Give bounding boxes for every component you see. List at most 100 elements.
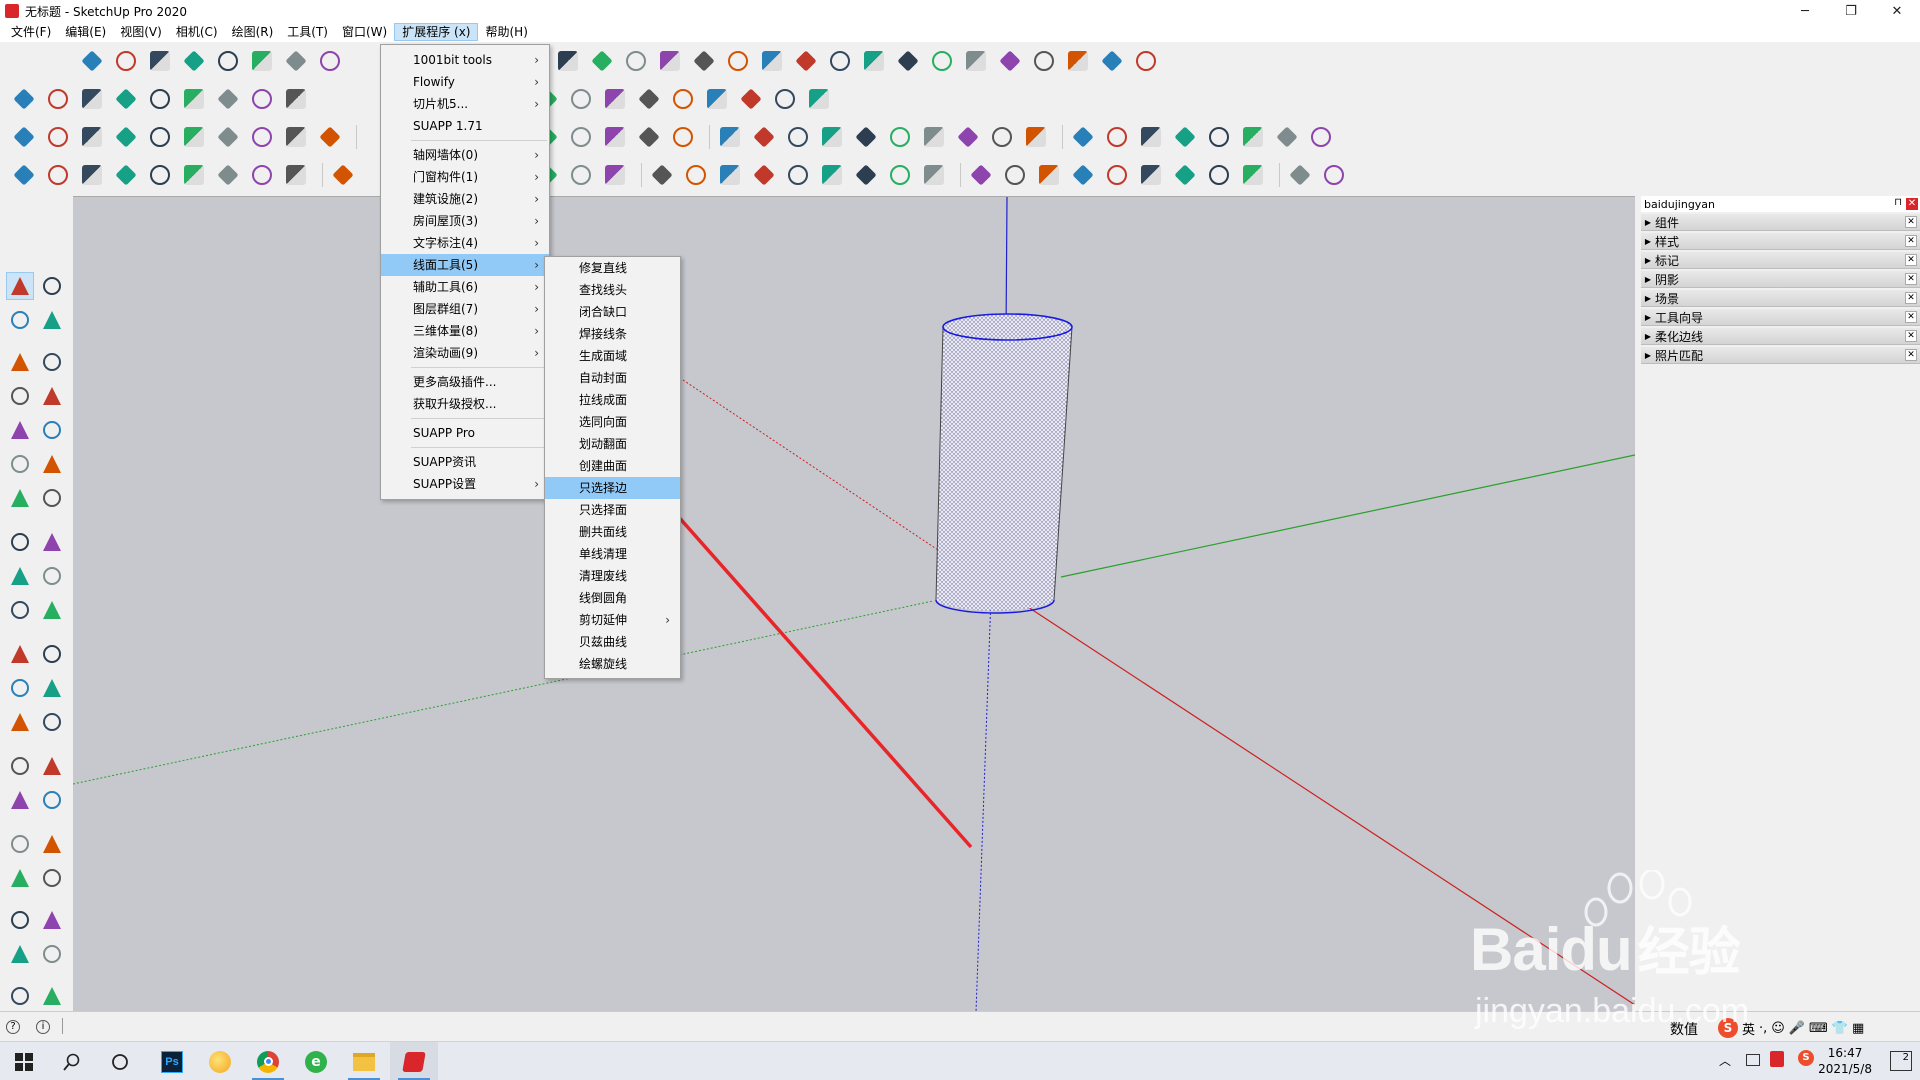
- sketchup-tray-icon[interactable]: [1770, 1051, 1784, 1067]
- toolbar-tool-button[interactable]: [180, 123, 208, 151]
- ext-menu-item[interactable]: 轴网墙体(0) ›: [381, 144, 549, 166]
- close-button[interactable]: ✕: [1874, 0, 1920, 22]
- line-tool-menu-item[interactable]: 只选择边: [545, 477, 680, 499]
- ext-menu-item[interactable]: 渲染动画(9) ›: [381, 342, 549, 364]
- toolbar-tool-button[interactable]: [567, 161, 595, 189]
- menu-window[interactable]: 窗口(W): [335, 23, 394, 41]
- explorer-taskbar-item[interactable]: [340, 1042, 388, 1080]
- left-tool-button[interactable]: [38, 752, 66, 780]
- toolbar-tool-button[interactable]: [826, 47, 854, 75]
- left-tool-button[interactable]: [6, 348, 34, 376]
- tray-panel[interactable]: ▶ 样式 ✕: [1641, 233, 1920, 250]
- toolbar-tool-button[interactable]: [112, 85, 140, 113]
- toolbar-tool-button[interactable]: [214, 47, 242, 75]
- tray-chevron-icon[interactable]: ︿: [1719, 1052, 1731, 1069]
- toolbar-tool-button[interactable]: [669, 123, 697, 151]
- toolbar-tool-button[interactable]: [214, 85, 242, 113]
- network-icon[interactable]: [1746, 1054, 1760, 1066]
- line-tool-menu-item[interactable]: 修复直线: [545, 257, 680, 279]
- toolbar-tool-button[interactable]: [601, 123, 629, 151]
- toolbar-tool-button[interactable]: [716, 161, 744, 189]
- notification-center-button[interactable]: 2: [1890, 1051, 1912, 1071]
- toolbar-tool-button[interactable]: [1132, 47, 1160, 75]
- toolbar-tool-button[interactable]: [1098, 47, 1126, 75]
- toolbar-tool-button[interactable]: [962, 47, 990, 75]
- toolbar-tool-button[interactable]: [1022, 123, 1050, 151]
- left-tool-button[interactable]: [6, 940, 34, 968]
- toolbar-tool-button[interactable]: [682, 161, 710, 189]
- toolbar-tool-button[interactable]: [146, 47, 174, 75]
- sketchup-taskbar-item[interactable]: [390, 1042, 438, 1080]
- line-tool-menu-item[interactable]: 生成面域: [545, 345, 680, 367]
- ext-menu-item[interactable]: 辅助工具(6) ›: [381, 276, 549, 298]
- toolbar-tool-button[interactable]: [1137, 161, 1165, 189]
- left-tool-button[interactable]: [38, 562, 66, 590]
- toolbar-tool-button[interactable]: [248, 123, 276, 151]
- toolbar-tool-button[interactable]: [886, 161, 914, 189]
- left-tool-button[interactable]: [6, 484, 34, 512]
- left-tool-button[interactable]: [6, 982, 34, 1010]
- left-tool-button[interactable]: [38, 272, 66, 300]
- toolbar-tool-button[interactable]: [282, 85, 310, 113]
- toolbar-tool-button[interactable]: [180, 85, 208, 113]
- menu-help[interactable]: 帮助(H): [478, 23, 534, 41]
- toolbar-tool-button[interactable]: [10, 85, 38, 113]
- toolbar-tool-button[interactable]: [1069, 123, 1097, 151]
- toolbar-tool-button[interactable]: [146, 123, 174, 151]
- toolbar-tool-button[interactable]: [792, 47, 820, 75]
- left-tool-button[interactable]: [38, 708, 66, 736]
- toolbar-tool-button[interactable]: [928, 47, 956, 75]
- ext-menu-item[interactable]: 图层群组(7) ›: [381, 298, 549, 320]
- line-tool-menu-item[interactable]: 清理废线: [545, 565, 680, 587]
- toolbar-tool-button[interactable]: [750, 123, 778, 151]
- line-tool-menu-item[interactable]: 贝兹曲线: [545, 631, 680, 653]
- ext-menu-item[interactable]: 切片机5... ›: [381, 93, 549, 115]
- toolbar-tool-button[interactable]: [1030, 47, 1058, 75]
- toolbar-tool-button[interactable]: [656, 47, 684, 75]
- panel-close-button[interactable]: ✕: [1905, 235, 1917, 247]
- menu-camera[interactable]: 相机(C): [169, 23, 225, 41]
- line-tool-menu-item[interactable]: 只选择面: [545, 499, 680, 521]
- left-tool-button[interactable]: [38, 484, 66, 512]
- left-tool-button[interactable]: [6, 416, 34, 444]
- ext-menu-item[interactable]: 文字标注(4) ›: [381, 232, 549, 254]
- ime-skin-icon[interactable]: 👕: [1832, 1021, 1848, 1036]
- left-tool-button[interactable]: [6, 708, 34, 736]
- left-tool-button[interactable]: [38, 940, 66, 968]
- toolbar-tool-button[interactable]: [180, 47, 208, 75]
- ext-menu-item[interactable]: 房间屋顶(3) ›: [381, 210, 549, 232]
- ime-menu-icon[interactable]: ▦: [1852, 1021, 1864, 1036]
- toolbar-tool-button[interactable]: [1239, 123, 1267, 151]
- toolbar-tool-button[interactable]: [1103, 161, 1131, 189]
- left-tool-button[interactable]: [6, 830, 34, 858]
- toolbar-tool-button[interactable]: [737, 85, 765, 113]
- drawing-viewport[interactable]: [73, 196, 1635, 1011]
- left-tool-button[interactable]: [6, 596, 34, 624]
- toolbar-tool-button[interactable]: [282, 161, 310, 189]
- toolbar-tool-button[interactable]: [622, 47, 650, 75]
- left-tool-button[interactable]: [38, 596, 66, 624]
- line-tool-menu-item[interactable]: 删共面线: [545, 521, 680, 543]
- start-button[interactable]: [0, 1042, 48, 1080]
- toolbar-tool-button[interactable]: [588, 47, 616, 75]
- line-tool-menu-item[interactable]: 拉线成面: [545, 389, 680, 411]
- ext-menu-item[interactable]: 三维体量(8) ›: [381, 320, 549, 342]
- left-tool-button[interactable]: [6, 864, 34, 892]
- toolbar-tool-button[interactable]: [988, 123, 1016, 151]
- toolbar-tool-button[interactable]: [248, 161, 276, 189]
- left-tool-button[interactable]: [38, 640, 66, 668]
- toolbar-tool-button[interactable]: [852, 123, 880, 151]
- toolbar-tool-button[interactable]: [567, 85, 595, 113]
- toolbar-tool-button[interactable]: [567, 123, 595, 151]
- toolbar-tool-button[interactable]: [996, 47, 1024, 75]
- left-tool-button[interactable]: [6, 382, 34, 410]
- toolbar-tool-button[interactable]: [78, 161, 106, 189]
- ext-menu-item[interactable]: 1001bit tools ›: [381, 49, 549, 71]
- toolbar-tool-button[interactable]: [112, 123, 140, 151]
- toolbar-tool-button[interactable]: [1205, 123, 1233, 151]
- left-tool-button[interactable]: [6, 674, 34, 702]
- ime-keyboard-icon[interactable]: ⌨: [1809, 1021, 1828, 1036]
- toolbar-tool-button[interactable]: [750, 161, 778, 189]
- tray-panel[interactable]: ▶ 工具向导 ✕: [1641, 309, 1920, 326]
- toolbar-tool-button[interactable]: [1171, 123, 1199, 151]
